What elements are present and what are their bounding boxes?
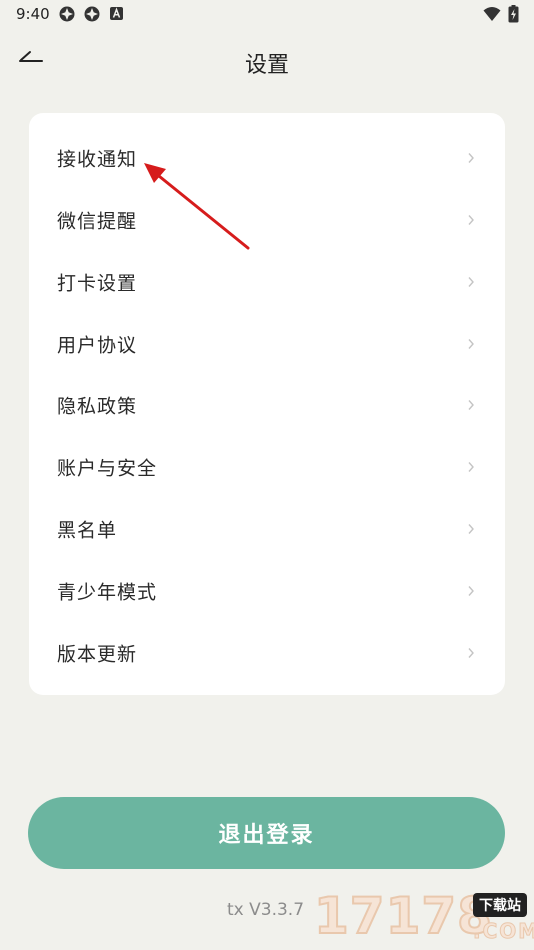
watermark-tag: 下载站 [473,893,527,917]
wifi-icon [483,7,501,21]
settings-menu-card: 接收通知 微信提醒 打卡设置 用户协议 隐私政策 账户与安全 黑名单 青少年模式… [29,113,505,695]
chevron-right-icon [468,462,474,472]
menu-item-wechat-reminder[interactable]: 微信提醒 [29,189,505,251]
battery-charging-icon [508,5,519,23]
chevron-right-icon [468,339,474,349]
chevron-right-icon [468,400,474,410]
chevron-right-icon [468,524,474,534]
menu-item-label: 打卡设置 [57,272,138,295]
version-label: tx V3.3.7 [227,900,305,920]
logout-button[interactable]: 退出登录 [28,797,505,869]
menu-item-label: 接收通知 [57,148,138,171]
menu-item-version-update[interactable]: 版本更新 [29,622,505,684]
text-a-icon [110,7,123,20]
watermark-suffix: .COM [472,919,534,944]
watermark-logo: 17178 下载站 .COM [308,885,534,950]
menu-item-label: 账户与安全 [57,457,158,480]
status-time: 9:40 [16,5,50,23]
menu-item-privacy-policy[interactable]: 隐私政策 [29,374,505,436]
menu-item-account-security[interactable]: 账户与安全 [29,436,505,498]
menu-item-label: 青少年模式 [57,581,158,604]
menu-item-label: 微信提醒 [57,210,138,233]
menu-item-blacklist[interactable]: 黑名单 [29,498,505,560]
menu-item-label: 隐私政策 [57,395,138,418]
status-bar: 9:40 [0,0,534,28]
menu-item-user-agreement[interactable]: 用户协议 [29,313,505,375]
menu-item-checkin-settings[interactable]: 打卡设置 [29,251,505,313]
watermark-digits: 17178 [313,886,493,946]
chevron-right-icon [468,586,474,596]
menu-item-label: 版本更新 [57,643,138,666]
menu-item-receive-notifications[interactable]: 接收通知 [29,127,505,189]
nav-bar: 设置 [0,36,534,86]
chevron-right-icon [468,277,474,287]
page-title: 设置 [244,53,289,78]
chevron-right-icon [468,153,474,163]
chevron-right-icon [468,215,474,225]
chevron-right-icon [468,648,474,658]
menu-item-teen-mode[interactable]: 青少年模式 [29,560,505,622]
menu-item-label: 用户协议 [57,334,138,357]
menu-item-label: 黑名单 [57,519,118,542]
app-icon-1 [59,6,75,22]
app-icon-2 [84,6,100,22]
